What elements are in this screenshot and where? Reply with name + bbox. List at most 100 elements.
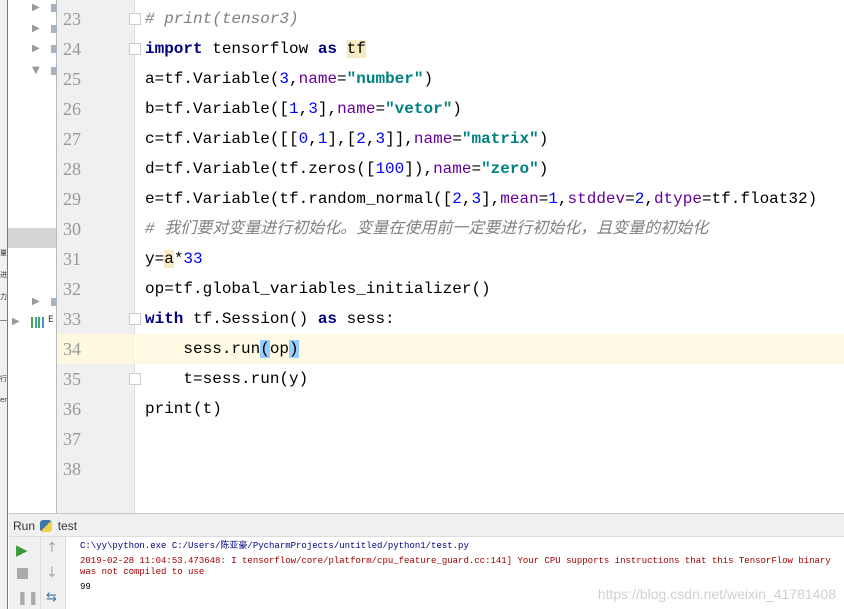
code-token: print(t): [145, 400, 222, 418]
code-token: ]],: [385, 130, 414, 148]
stop-icon[interactable]: [17, 568, 28, 579]
line-number: 33: [63, 309, 81, 329]
code-token: =: [375, 100, 386, 118]
code-token: 3: [279, 70, 290, 88]
arrow-up-icon[interactable]: ↑: [46, 540, 58, 556]
code-token: ): [538, 160, 549, 178]
code-token: e=tf.Variable(tf.random_normal([: [145, 190, 453, 208]
line-number: 27: [63, 129, 81, 149]
code-line[interactable]: print(t): [136, 394, 844, 424]
code-line[interactable]: with tf.Session() as sess:: [136, 304, 844, 334]
python-icon: [40, 520, 53, 532]
run-toolbar-secondary: ↑ ↓ ⇆: [41, 537, 66, 609]
code-token: ]),: [404, 160, 434, 178]
code-token: # 我们要对变量进行初始化。变量在使用前一定要进行初始化，且变量的初始化: [145, 220, 709, 238]
code-token: ): [452, 100, 462, 118]
line-number: 25: [63, 69, 81, 89]
clipped-text: 一: [0, 317, 7, 325]
code-token: 3: [375, 130, 386, 148]
code-token: as: [317, 40, 338, 58]
code-token: mean: [500, 190, 539, 208]
libraries-icon: [31, 317, 45, 328]
fold-marker-icon[interactable]: [129, 313, 141, 325]
line-number: 26: [63, 99, 81, 119]
code-line[interactable]: # 我们要对变量进行初始化。变量在使用前一定要进行初始化，且变量的初始化: [136, 214, 844, 244]
console-line: 2019-02-28 11:04:53.473648: I tensorflow…: [80, 556, 837, 577]
code-token: sess.run: [145, 340, 261, 358]
expand-right-icon[interactable]: ▶: [32, 2, 40, 13]
code-token: *: [173, 250, 184, 268]
code-line[interactable]: b=tf.Variable([1,3],name="vetor"): [136, 94, 844, 124]
code-line[interactable]: [136, 454, 844, 484]
run-label: Run: [13, 519, 36, 533]
code-line[interactable]: sess.run(op): [136, 334, 844, 364]
code-token: with: [145, 310, 184, 328]
code-token: name: [337, 100, 376, 118]
code-token: 1: [289, 100, 299, 118]
code-token: op: [269, 340, 290, 358]
project-tree-selected-row[interactable]: [8, 228, 56, 248]
code-token: stddev: [567, 190, 626, 208]
code-token: name: [433, 160, 472, 178]
side-toolbar: [0, 0, 8, 609]
expand-down-icon[interactable]: ▼: [32, 65, 40, 76]
code-token: ): [423, 70, 434, 88]
code-token: ,: [289, 70, 299, 88]
code-token: y=: [145, 250, 165, 268]
code-token: a=tf.Variable(: [145, 70, 280, 88]
code-token: "zero": [481, 160, 539, 178]
code-token: 1: [317, 130, 328, 148]
line-number: 29: [63, 189, 81, 209]
fold-marker-icon[interactable]: [129, 13, 141, 25]
code-token: sess:: [337, 310, 395, 328]
code-token: 2: [634, 190, 645, 208]
code-token: "matrix": [461, 130, 539, 148]
code-line[interactable]: a=tf.Variable(3,name="number"): [136, 64, 844, 94]
code-token: 3: [471, 190, 482, 208]
code-line[interactable]: d=tf.Variable(tf.zeros([100]),name="zero…: [136, 154, 844, 184]
code-token: name: [298, 70, 338, 88]
soft-wrap-icon[interactable]: ⇆: [46, 590, 57, 605]
expand-right-icon[interactable]: ▶: [32, 43, 40, 54]
line-number: 37: [63, 429, 81, 449]
tree-label[interactable]: E: [48, 315, 54, 325]
expand-right-icon[interactable]: ▶: [32, 296, 40, 307]
run-config-tab[interactable]: test: [58, 519, 77, 533]
code-line[interactable]: op=tf.global_variables_initializer(): [136, 274, 844, 304]
code-token: 100: [375, 160, 405, 178]
code-token: =: [337, 70, 347, 88]
code-token: =: [538, 190, 549, 208]
clipped-text: er: [0, 396, 8, 404]
code-token: tf: [346, 40, 366, 58]
run-tool-window-header: Run test: [9, 513, 844, 537]
line-number: 28: [63, 159, 81, 179]
pause-icon[interactable]: ❚❚: [17, 591, 39, 606]
line-number: 35: [63, 369, 81, 389]
expand-right-icon[interactable]: ▶: [12, 316, 20, 327]
code-line[interactable]: t=sess.run(y): [136, 364, 844, 394]
code-line[interactable]: # print(tensor3): [136, 4, 844, 34]
run-toolbar: ▶ ❚❚: [9, 537, 41, 609]
code-token: d=tf.Variable(tf.zeros([: [145, 160, 376, 178]
code-line[interactable]: c=tf.Variable([[0,1],[2,3]],name="matrix…: [136, 124, 844, 154]
code-line[interactable]: e=tf.Variable(tf.random_normal([2,3],mea…: [136, 184, 844, 214]
code-line[interactable]: y=a*33: [136, 244, 844, 274]
expand-right-icon[interactable]: ▶: [32, 23, 40, 34]
code-token: dtype: [653, 190, 702, 208]
code-token: 0: [298, 130, 309, 148]
code-token: t=sess.run(y): [145, 370, 309, 388]
code-line[interactable]: import tensorflow as tf: [136, 34, 844, 64]
watermark: https://blog.csdn.net/weixin_41781408: [597, 586, 836, 602]
code-token: tensorflow: [202, 40, 318, 58]
rerun-icon[interactable]: ▶: [16, 541, 28, 559]
code-token: ): [538, 130, 549, 148]
code-token: ],: [317, 100, 338, 118]
fold-marker-icon[interactable]: [129, 43, 141, 55]
line-number: 32: [63, 279, 81, 299]
code-line[interactable]: [136, 424, 844, 454]
fold-marker-icon[interactable]: [129, 373, 141, 385]
arrow-down-icon[interactable]: ↓: [46, 565, 58, 581]
line-number: 31: [63, 249, 81, 269]
code-token: 1: [548, 190, 558, 208]
